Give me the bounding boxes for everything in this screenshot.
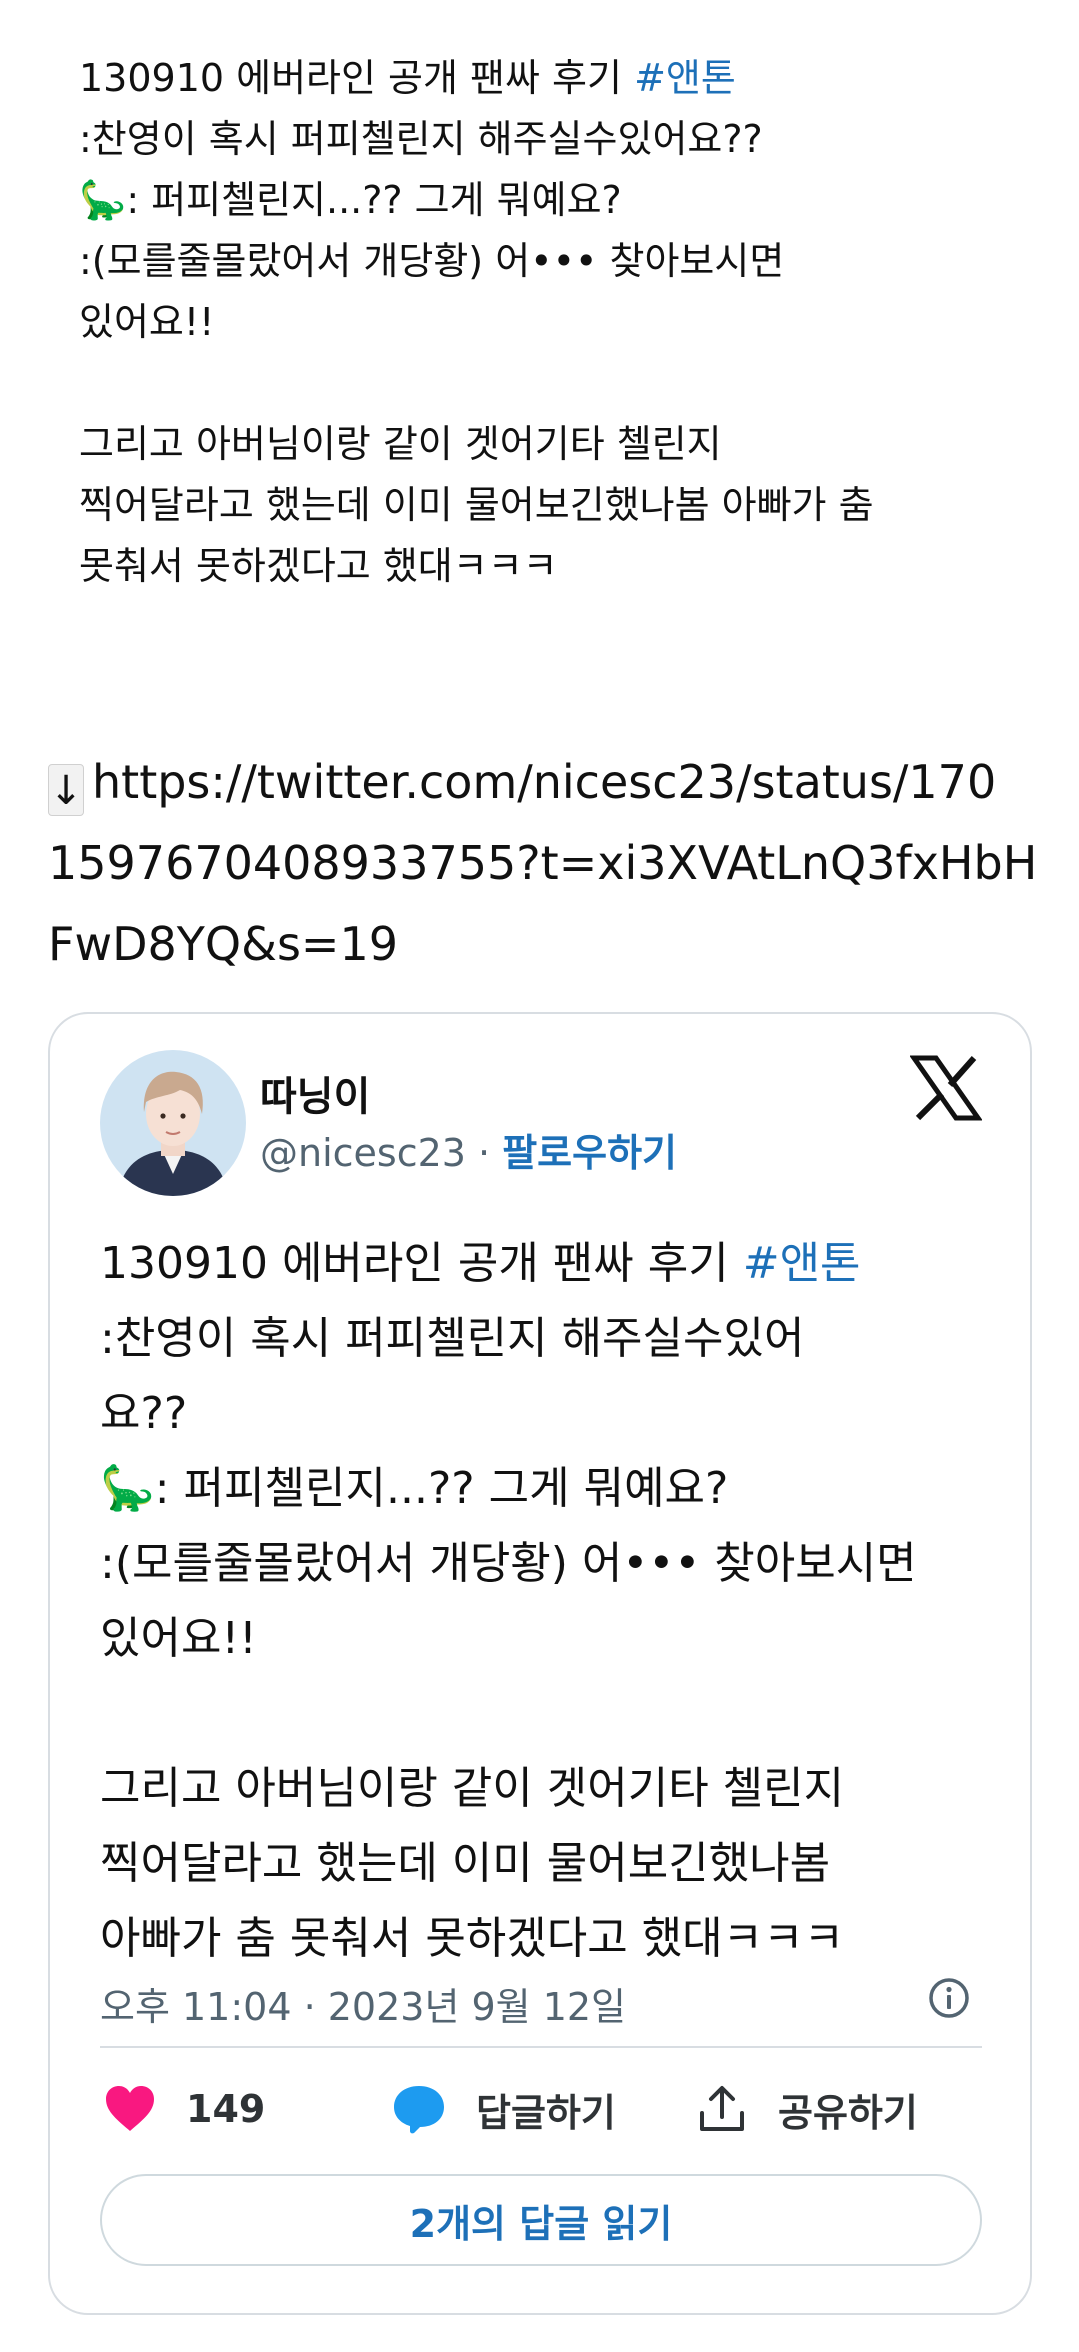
- heart-icon: [106, 2086, 154, 2131]
- post-line: 130910 에버라인 공개 팬싸 후기 #앤톤: [79, 56, 736, 100]
- hashtag-link[interactable]: #앤톤: [743, 1238, 861, 1289]
- info-icon[interactable]: [927, 1976, 971, 2020]
- post-line: 그리고 아버님이랑 같이 겟어기타 첼린지: [79, 422, 722, 466]
- author-name[interactable]: 따닝이: [260, 1064, 370, 1122]
- tweet-line: :(모를줄몰랐어서 개당황) 어••• 찾아보시면: [100, 1538, 917, 1589]
- post-line: 못춰서 못하겠다고 했대ㅋㅋㅋ: [79, 544, 558, 588]
- post-line: 찍어달라고 했는데 이미 물어보긴했나봄 아빠가 춤: [79, 483, 874, 527]
- like-count: 149: [186, 2087, 266, 2131]
- post-text: 130910 에버라인 공개 팬싸 후기 #앤톤 :찬영이 혹시 퍼피첼린지 해…: [79, 48, 1019, 597]
- share-icon: [700, 2086, 744, 2131]
- post-line-blank: [79, 353, 1019, 414]
- like-button[interactable]: 149: [104, 2079, 265, 2139]
- author-handle: @nicesc23 · 팔로우하기: [260, 1131, 678, 1175]
- down-arrow-icon: ↓: [48, 764, 84, 816]
- tweet-line: 130910 에버라인 공개 팬싸 후기 #앤톤: [100, 1238, 861, 1289]
- post-line: 있어요!!: [79, 300, 215, 344]
- post-line: 🦕: 퍼피첼린지...?? 그게 뭐예요?: [79, 178, 622, 222]
- link-line[interactable]: FwD8YQ&s=19: [48, 904, 1028, 985]
- embedded-tweet-card[interactable]: 따닝이 @nicesc23 · 팔로우하기 130910 에버라인 공개 팬싸 …: [48, 1012, 1032, 2315]
- follow-button[interactable]: 팔로우하기: [502, 1131, 677, 1175]
- tweet-line: 요??: [100, 1388, 188, 1439]
- post-line: :찬영이 혹시 퍼피첼린지 해주실수있어요??: [79, 117, 763, 161]
- tweet-line: 🦕: 퍼피첼린지...?? 그게 뭐예요?: [100, 1463, 729, 1514]
- tweet-line: 있어요!!: [100, 1613, 257, 1664]
- share-label: 공유하기: [778, 2090, 918, 2135]
- tweet-link[interactable]: ↓ https://twitter.com/nicesc23/status/170…: [48, 742, 1037, 985]
- post-line: :(모를줄몰랐어서 개당황) 어••• 찾아보시면: [79, 239, 785, 283]
- link-line[interactable]: 1597670408933755?t=xi3XVAtLnQ3fxHbH: [48, 823, 1037, 904]
- read-replies-button[interactable]: 2개의 답글 읽기: [100, 2174, 982, 2266]
- link-line[interactable]: ↓ https://twitter.com/nicesc23/status/170: [48, 742, 1028, 823]
- tweet-line: 그리고 아버님이랑 같이 겟어기타 첼린지: [100, 1763, 845, 1814]
- divider: [100, 2046, 982, 2048]
- hashtag-link[interactable]: #앤톤: [634, 56, 736, 100]
- share-button[interactable]: 공유하기: [696, 2079, 918, 2139]
- speech-bubble-icon: [394, 2086, 444, 2134]
- embedded-tweet-text: 130910 에버라인 공개 팬싸 후기 #앤톤 :찬영이 혹시 퍼피첼린지 해…: [100, 1226, 1000, 1976]
- action-bar: 149 답글하기 공유하기: [100, 2079, 982, 2139]
- x-logo-icon[interactable]: [909, 1054, 983, 1122]
- tweet-line: :찬영이 혹시 퍼피첼린지 해주실수있어: [100, 1313, 805, 1364]
- tweet-line: 아빠가 춤 못춰서 못하겠다고 했대ㅋㅋㅋ: [100, 1913, 845, 1964]
- reply-button[interactable]: 답글하기: [392, 2079, 616, 2139]
- tweet-timestamp[interactable]: 오후 11:04 · 2023년 9월 12일: [100, 1976, 626, 2031]
- avatar[interactable]: [100, 1050, 246, 1196]
- tweet-line: 찍어달라고 했는데 이미 물어보긴했나봄: [100, 1838, 831, 1889]
- reply-label: 답글하기: [476, 2090, 616, 2135]
